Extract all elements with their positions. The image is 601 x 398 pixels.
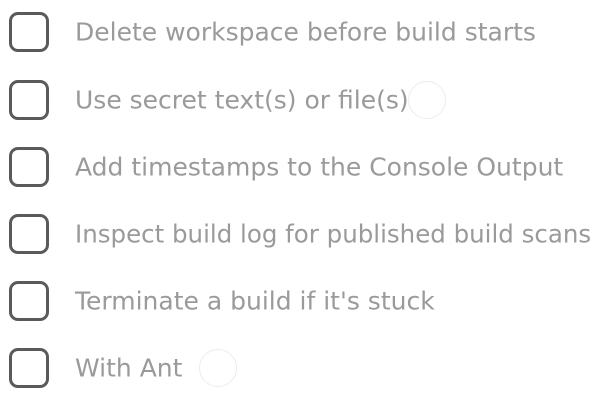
terminate-stuck-build-label[interactable]: Terminate a build if it's stuck — [75, 287, 435, 316]
add-timestamps-checkbox[interactable] — [9, 147, 49, 187]
delete-workspace-checkbox[interactable] — [9, 12, 49, 52]
add-timestamps-label[interactable]: Add timestamps to the Console Output — [75, 153, 563, 182]
delete-workspace-label[interactable]: Delete workspace before build starts — [75, 18, 536, 47]
help-circle-icon[interactable] — [408, 81, 446, 119]
option-use-secret-text[interactable]: Use secret text(s) or file(s) — [0, 70, 601, 130]
with-ant-checkbox[interactable] — [9, 348, 49, 388]
help-circle-icon[interactable] — [199, 349, 237, 387]
option-delete-workspace[interactable]: Delete workspace before build starts — [0, 2, 601, 62]
option-inspect-build-log[interactable]: Inspect build log for published build sc… — [0, 204, 601, 264]
option-add-timestamps[interactable]: Add timestamps to the Console Output — [0, 137, 601, 197]
with-ant-label[interactable]: With Ant — [75, 354, 182, 383]
option-with-ant[interactable]: With Ant — [0, 338, 601, 398]
terminate-stuck-build-checkbox[interactable] — [9, 281, 49, 321]
inspect-build-log-checkbox[interactable] — [9, 214, 49, 254]
option-terminate-stuck-build[interactable]: Terminate a build if it's stuck — [0, 271, 601, 331]
inspect-build-log-label[interactable]: Inspect build log for published build sc… — [75, 220, 591, 249]
use-secret-text-checkbox[interactable] — [9, 80, 49, 120]
build-environment-options: Delete workspace before build starts Use… — [0, 0, 601, 388]
use-secret-text-label[interactable]: Use secret text(s) or file(s) — [75, 86, 409, 115]
